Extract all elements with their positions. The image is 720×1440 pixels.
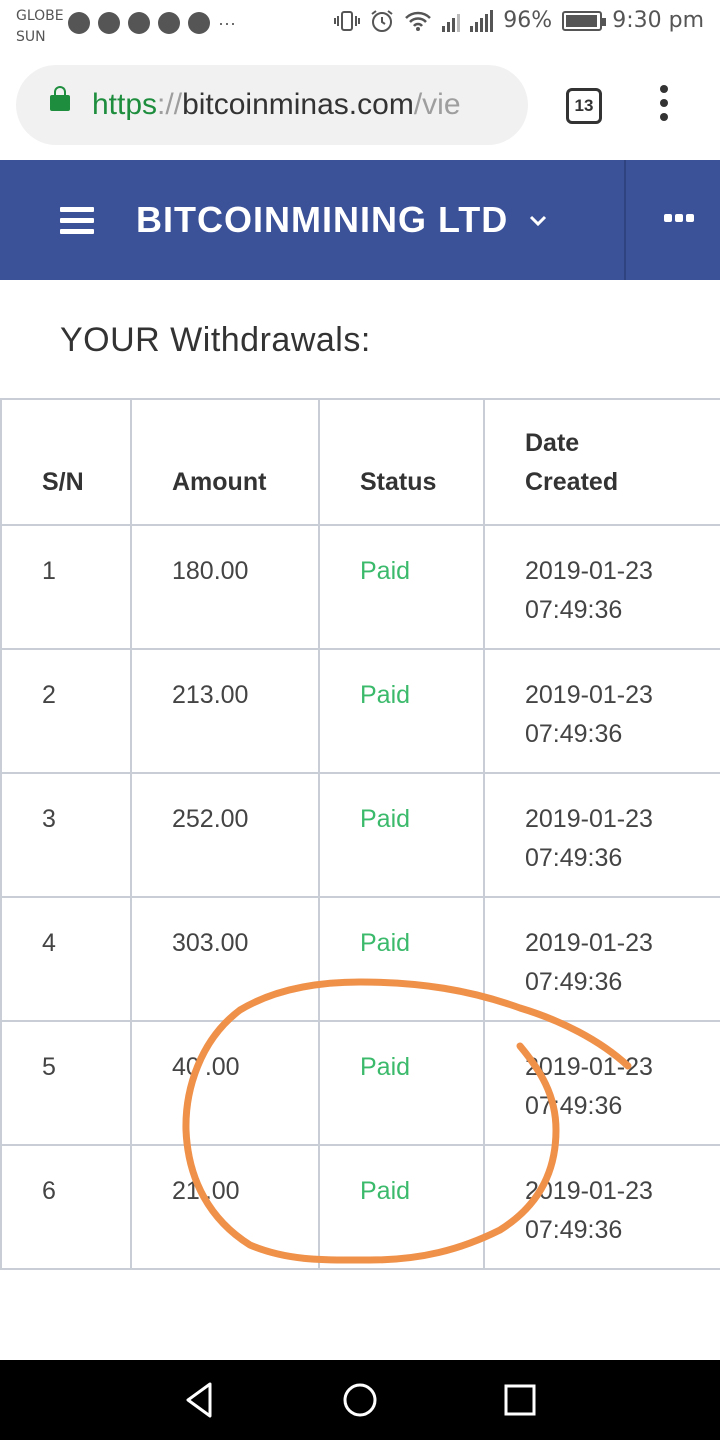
browser-menu-icon[interactable] [652,85,676,127]
url-host: bitcoinminas.com [182,88,414,121]
carrier-label: GLOBE SUN [16,6,64,48]
cell-amount: 213.00 [130,648,320,774]
browser-toolbar: https://bitcoinminas.com/vie 13 [0,52,720,160]
cell-time: 07:49:36 [525,720,623,748]
table-header-row: S/N Amount Status Date Created [0,398,720,526]
more-notifications-icon: ··· [218,13,236,33]
page-title: YOUR Withdrawals: [60,321,371,359]
header-date-line-2: Created [525,468,619,496]
table-row: 3 252.00 Paid 2019-01-23 07:49:36 [0,772,720,898]
header-sn: S/N [0,398,132,526]
android-nav-bar [0,1360,720,1440]
cell-status: Paid [318,772,485,898]
address-bar[interactable]: https://bitcoinminas.com/vie [16,65,528,145]
table-row: 2 213.00 Paid 2019-01-23 07:49:36 [0,648,720,774]
snapchat-icon [188,12,210,34]
cell-amount: 180.00 [130,524,320,650]
cell-amount: 303.00 [130,896,320,1022]
battery-fill [566,14,597,27]
cell-date: 2019-01-23 [525,805,653,833]
cell-sn: 5 [0,1020,132,1146]
cell-date: 2019-01-23 [525,929,653,957]
cell-time: 07:49:36 [525,844,623,872]
cell-amount: 252.00 [130,772,320,898]
signal-sim2-icon [470,9,494,32]
system-status: 96% 9:30 pm [334,8,704,33]
table-row: 1 180.00 Paid 2019-01-23 07:49:36 [0,524,720,650]
cell-sn: 2 [0,648,132,774]
home-icon[interactable] [336,1376,384,1424]
telegram-icon [128,12,150,34]
url-separator: :// [157,88,183,121]
alarm-icon [371,9,393,32]
tab-switcher-button[interactable]: 13 [566,88,602,124]
withdrawals-table-container: S/N Amount Status Date Created 1 180.00 P… [0,398,720,1270]
cell-time: 07:49:36 [525,596,623,624]
cell-date-created: 2019-01-23 07:49:36 [483,1020,720,1146]
header-amount: Amount [130,398,320,526]
url-text[interactable]: https://bitcoinminas.com/vie [92,85,461,125]
cell-status: Paid [318,524,485,650]
cell-sn: 6 [0,1144,132,1270]
header-date-created: Date Created [483,398,720,526]
cell-time: 07:49:36 [525,1092,623,1120]
site-header: BITCOINMINING LTD [0,160,720,280]
cell-status: Paid [318,896,485,1022]
table-row: 4 303.00 Paid 2019-01-23 07:49:36 [0,896,720,1022]
cell-amount: 21 .00 [130,1144,320,1270]
cell-date: 2019-01-23 [525,681,653,709]
table-body: 1 180.00 Paid 2019-01-23 07:49:36 2 213.0… [0,524,720,1270]
cell-sn: 1 [0,524,132,650]
carrier-line-2: SUN [16,29,46,45]
table-row: 5 40 .00 Paid 2019-01-23 07:49:36 [0,1020,720,1146]
cell-date-created: 2019-01-23 07:49:36 [483,648,720,774]
cell-sn: 4 [0,896,132,1022]
cell-date: 2019-01-23 [525,557,653,585]
messenger-icon [68,12,90,34]
cell-status: Paid [318,1020,485,1146]
table-row: 6 21 .00 Paid 2019-01-23 07:49:36 [0,1144,720,1270]
cell-time: 07:49:36 [525,968,623,996]
wifi-icon [405,11,432,31]
cell-date: 2019-01-23 [525,1053,653,1081]
cell-date-created: 2019-01-23 07:49:36 [483,772,720,898]
brand-title[interactable]: BITCOINMINING LTD [136,198,508,242]
header-divider [624,160,626,280]
carrier-line-1: GLOBE [16,8,64,24]
whatsapp-icon [158,12,180,34]
header-date-line-1: Date [525,429,580,457]
cell-time: 07:49:36 [525,1216,623,1244]
lock-icon [50,86,70,111]
more-options-icon[interactable] [664,214,694,222]
battery-percent: 96% [503,8,553,33]
cell-date-created: 2019-01-23 07:49:36 [483,1144,720,1270]
chrome-icon [98,12,120,34]
cell-date-created: 2019-01-23 07:49:36 [483,524,720,650]
recent-apps-icon[interactable] [496,1376,544,1424]
battery-icon [562,10,607,31]
withdrawals-table: S/N Amount Status Date Created 1 180.00 P… [0,398,720,1270]
header-status: Status [318,398,485,526]
signal-sim1-icon [442,10,461,32]
cell-date-created: 2019-01-23 07:49:36 [483,896,720,1022]
cell-status: Paid [318,648,485,774]
back-icon[interactable] [176,1376,224,1424]
clock-time: 9:30 pm [612,8,704,33]
url-scheme: https [92,88,158,121]
url-path: /vie [413,88,461,121]
chevron-down-icon[interactable] [528,210,548,230]
cell-status: Paid [318,1144,485,1270]
status-bar: GLOBE SUN ··· 96% 9:30 pm [0,0,720,52]
hamburger-menu-icon[interactable] [60,207,94,235]
notification-icons: ··· [68,12,236,34]
cell-date: 2019-01-23 [525,1177,653,1205]
cell-amount: 40 .00 [130,1020,320,1146]
cell-sn: 3 [0,772,132,898]
vibrate-icon [334,10,361,31]
